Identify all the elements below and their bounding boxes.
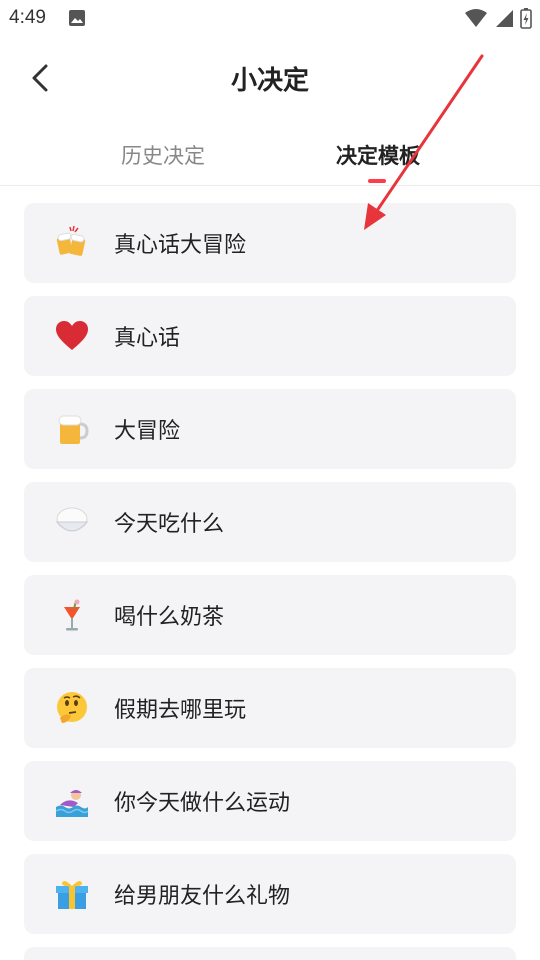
status-time: 4:49 xyxy=(9,7,46,28)
template-item-label: 今天吃什么 xyxy=(114,512,225,537)
app-bar: 小决定 xyxy=(0,40,540,116)
battery-charging-icon xyxy=(520,8,532,29)
tab-history[interactable]: 历史决定 xyxy=(121,140,205,170)
tab-indicator xyxy=(368,179,386,183)
template-item-boyfriend-gift[interactable]: 给男朋友什么礼物 xyxy=(24,854,516,934)
template-item-label: 给男朋友什么礼物 xyxy=(114,884,291,909)
template-item-what-to-eat[interactable]: 今天吃什么 xyxy=(24,482,516,562)
status-icons xyxy=(464,6,532,30)
template-item-truth[interactable]: 真心话 xyxy=(24,296,516,376)
template-item-exercise[interactable]: 你今天做什么运动 xyxy=(24,761,516,841)
beer-mug-icon xyxy=(54,411,90,447)
template-item-label: 真心话大冒险 xyxy=(114,233,247,258)
beer-cheers-icon xyxy=(54,225,90,261)
template-item-label: 假期去哪里玩 xyxy=(114,698,247,723)
status-bar: 4:49 xyxy=(0,0,540,36)
template-item-milk-tea[interactable]: 喝什么奶茶 xyxy=(24,575,516,655)
image-notification-icon xyxy=(69,10,85,26)
template-item-holiday-trip[interactable]: 假期去哪里玩 xyxy=(24,668,516,748)
cell-signal-icon xyxy=(496,10,513,27)
rice-bowl-icon xyxy=(54,504,90,540)
gift-icon xyxy=(54,876,90,912)
swimmer-icon xyxy=(54,783,90,819)
template-item-partial[interactable] xyxy=(24,947,516,960)
tab-bar: 历史决定 决定模板 xyxy=(0,128,540,186)
template-item-label: 你今天做什么运动 xyxy=(114,791,291,816)
template-item-label: 喝什么奶茶 xyxy=(114,605,225,630)
template-item-truth-or-dare[interactable]: 真心话大冒险 xyxy=(24,203,516,283)
wifi-icon xyxy=(465,9,487,27)
red-heart-icon xyxy=(54,318,90,354)
thinking-face-icon xyxy=(54,690,90,726)
tropical-drink-icon xyxy=(54,597,90,633)
template-item-label: 大冒险 xyxy=(114,419,181,444)
tab-templates[interactable]: 决定模板 xyxy=(336,140,420,170)
template-item-dare[interactable]: 大冒险 xyxy=(24,389,516,469)
template-item-label: 真心话 xyxy=(114,326,181,351)
page-title: 小决定 xyxy=(230,66,309,96)
